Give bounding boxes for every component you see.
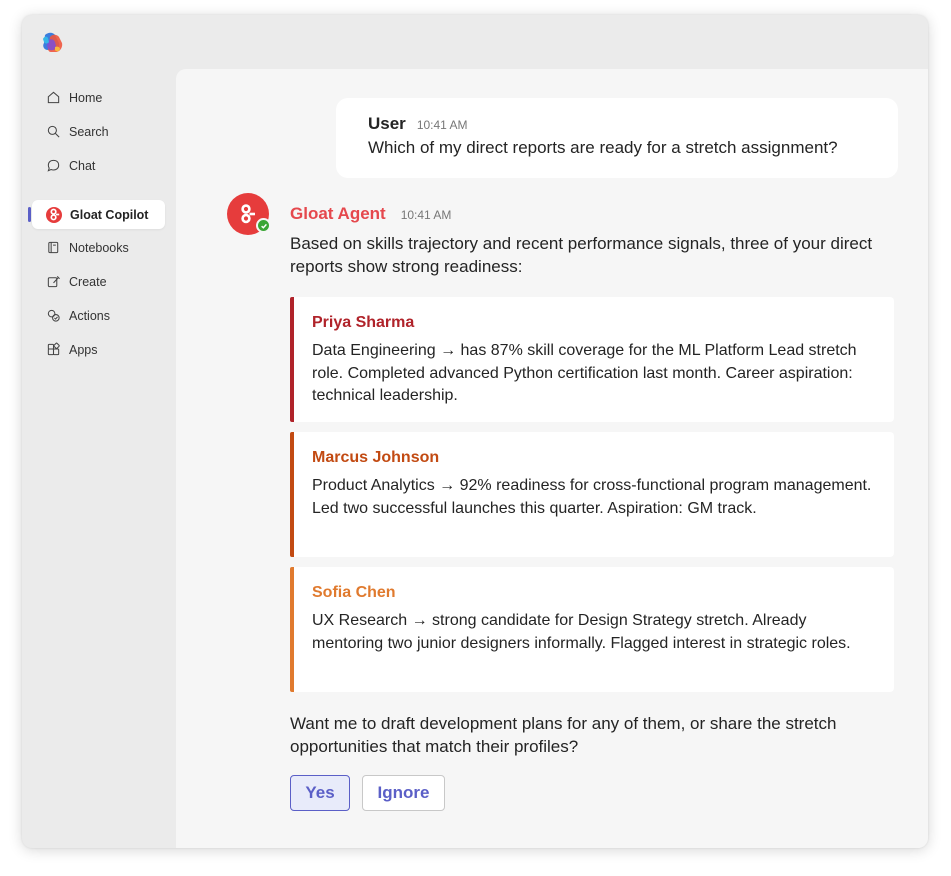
sidebar-item-label: Notebooks <box>69 240 129 255</box>
sidebar-item-label: Apps <box>69 342 98 357</box>
candidate-card: Priya Sharma Data Engineering → has 87% … <box>290 297 894 422</box>
card-accent-stripe <box>290 297 294 422</box>
sidebar-item-label: Create <box>69 274 107 289</box>
sidebar: Home Search Chat Gloat Copilot Notebooks… <box>22 69 176 848</box>
sidebar-item-apps[interactable]: Apps <box>32 335 165 364</box>
sidebar-item-actions[interactable]: Actions <box>32 301 165 330</box>
sidebar-item-create[interactable]: Create <box>32 267 165 296</box>
candidate-name: Marcus Johnson <box>312 449 440 466</box>
create-icon <box>47 275 60 288</box>
message-sender: Gloat Agent <box>290 204 386 223</box>
candidate-card: Marcus Johnson Product Analytics → 92% r… <box>290 432 894 557</box>
agent-message: Gloat Agent 10:41 AM Based on skills tra… <box>290 204 896 278</box>
sidebar-item-home[interactable]: Home <box>32 83 165 112</box>
message-timestamp: 10:41 AM <box>400 208 452 222</box>
chat-icon <box>47 159 60 172</box>
followup-question: Want me to draft development plans for a… <box>290 714 837 756</box>
message-timestamp: 10:41 AM <box>416 118 468 132</box>
candidate-summary: Data Engineering → has 87% skill coverag… <box>312 342 857 404</box>
message-text: Based on skills trajectory and recent pe… <box>290 234 873 276</box>
gloat-logo-icon <box>46 206 62 223</box>
actions-icon <box>47 309 60 322</box>
candidate-name: Sofia Chen <box>312 584 396 601</box>
card-accent-stripe <box>290 432 294 557</box>
sidebar-item-chat[interactable]: Chat <box>32 151 165 180</box>
status-online-icon <box>256 218 271 233</box>
candidate-name: Priya Sharma <box>312 314 415 331</box>
message-text: Which of my direct reports are ready for… <box>368 138 838 157</box>
yes-button[interactable]: Yes <box>290 775 350 811</box>
app-window: Home Search Chat Gloat Copilot Notebooks… <box>22 15 928 848</box>
candidate-summary: UX Research → strong candidate for Desig… <box>312 612 851 652</box>
ignore-button[interactable]: Ignore <box>362 775 445 811</box>
sidebar-item-gloat-copilot[interactable]: Gloat Copilot <box>32 200 165 229</box>
notebook-icon <box>48 241 59 254</box>
user-message: User 10:41 AM Which of my direct reports… <box>336 98 898 178</box>
card-accent-stripe <box>290 567 294 692</box>
search-icon <box>47 125 60 138</box>
sidebar-item-label: Chat <box>69 158 96 173</box>
candidate-card: Sofia Chen UX Research → strong candidat… <box>290 567 894 692</box>
sidebar-item-search[interactable]: Search <box>32 117 165 146</box>
copilot-logo-icon[interactable] <box>39 31 65 55</box>
chat-panel: User 10:41 AM Which of my direct reports… <box>176 69 928 848</box>
sidebar-item-label: Gloat Copilot <box>70 207 149 222</box>
sidebar-item-label: Home <box>69 90 103 105</box>
active-indicator <box>28 207 31 222</box>
message-sender: User <box>368 114 406 133</box>
candidate-summary: Product Analytics → 92% readiness for cr… <box>312 477 872 517</box>
title-bar <box>22 15 928 69</box>
agent-avatar[interactable] <box>227 193 271 235</box>
apps-icon <box>47 342 60 356</box>
home-icon <box>47 91 60 104</box>
sidebar-item-label: Actions <box>69 308 110 323</box>
sidebar-item-label: Search <box>69 124 109 139</box>
sidebar-item-notebooks[interactable]: Notebooks <box>32 233 165 262</box>
